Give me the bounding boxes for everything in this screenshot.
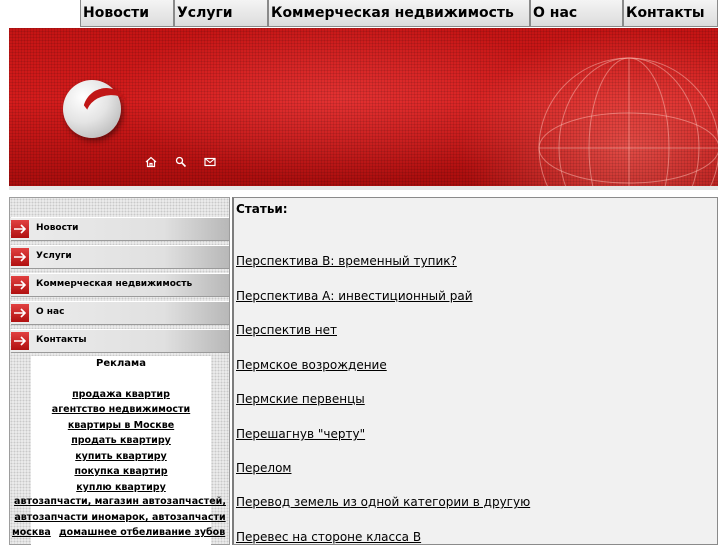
article-link[interactable]: Перевод земель из одной категории в друг…: [236, 495, 530, 509]
content-title: Статьи:: [236, 202, 288, 216]
article-link[interactable]: Перелом: [236, 461, 291, 475]
ad-link-wide[interactable]: москва: [12, 527, 51, 538]
sidebar-item-contacts[interactable]: Контакты: [11, 329, 229, 353]
sidebar-item-label: Новости: [36, 223, 79, 233]
company-logo: [63, 80, 121, 138]
topnav-item-commercial[interactable]: Коммерческая недвижимость: [268, 0, 530, 27]
ad-link-wide[interactable]: автозапчасти, магазин автозапчастей,: [12, 496, 228, 507]
article-link[interactable]: Перевес на стороне класса B: [236, 530, 421, 544]
article-link[interactable]: Перешагнув "черту": [236, 427, 365, 441]
sidebar-item-about[interactable]: О нас: [11, 301, 229, 325]
page-margin: [0, 28, 9, 545]
ad-title: Реклама: [96, 358, 146, 369]
sidebar-item-label: Услуги: [36, 251, 72, 261]
ad-link[interactable]: покупка квартир: [31, 466, 211, 477]
sidebar-item-services[interactable]: Услуги: [11, 245, 229, 269]
banner-divider: [9, 186, 718, 190]
topnav-item-news[interactable]: Новости: [80, 0, 174, 27]
article-link[interactable]: Перспектива B: временный тупик?: [236, 254, 457, 268]
arrow-right-icon: [11, 332, 29, 350]
sidebar-item-label: Контакты: [36, 335, 87, 345]
topnav-item-about[interactable]: О нас: [530, 0, 623, 27]
ad-link[interactable]: продать квартиру: [31, 435, 211, 446]
articles-panel: Статьи: Перспектива B: временный тупик? …: [232, 197, 718, 545]
home-icon[interactable]: [145, 156, 157, 168]
ad-link[interactable]: куплю квартиру: [31, 482, 211, 493]
ad-link[interactable]: агентство недвижимости: [31, 404, 211, 415]
ad-link[interactable]: купить квартиру: [31, 451, 211, 462]
arrow-right-icon: [11, 248, 29, 266]
article-link[interactable]: Пермское возрождение: [236, 358, 387, 372]
article-link[interactable]: Пермские первенцы: [236, 392, 365, 406]
sidebar-item-label: О нас: [36, 307, 65, 317]
ad-link[interactable]: квартиры в Москве: [31, 420, 211, 431]
mail-icon[interactable]: [204, 156, 216, 168]
sidebar-item-news[interactable]: Новости: [11, 217, 229, 241]
topnav-item-services[interactable]: Услуги: [174, 0, 268, 27]
globe-graphic: [538, 57, 718, 188]
arrow-right-icon: [11, 220, 29, 238]
article-link[interactable]: Перспектива А: инвестиционный рай: [236, 289, 473, 303]
arrow-right-icon: [11, 276, 29, 294]
search-icon[interactable]: [175, 156, 187, 168]
topnav-item-contacts[interactable]: Контакты: [623, 0, 718, 27]
top-navigation: Новости Услуги Коммерческая недвижимость…: [0, 0, 727, 28]
ad-link-wide[interactable]: автозапчасти иномарок, автозапчасти: [12, 512, 228, 523]
sidebar-item-commercial[interactable]: Коммерческая недвижимость: [11, 273, 229, 297]
sidebar-item-label: Коммерческая недвижимость: [36, 279, 193, 289]
arrow-right-icon: [11, 304, 29, 322]
sidebar: Новости Услуги Коммерческая недвижимость…: [9, 197, 230, 546]
article-link[interactable]: Перспектив нет: [236, 323, 337, 337]
ad-link[interactable]: продажа квартир: [31, 389, 211, 400]
ad-link-wide[interactable]: домашнее отбеливание зубов: [59, 527, 225, 538]
header-banner: [9, 28, 718, 188]
